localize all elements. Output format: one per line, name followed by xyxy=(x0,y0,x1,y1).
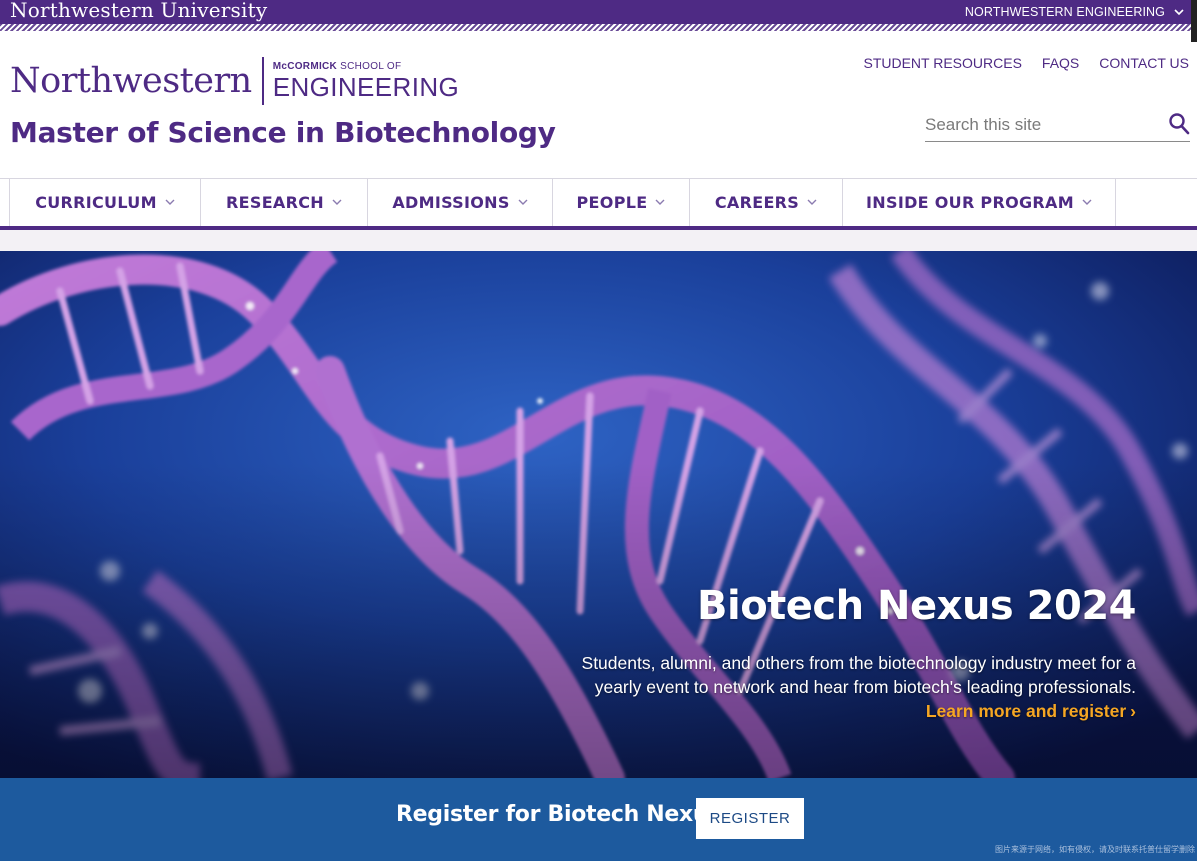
northwestern-engineering-dropdown[interactable]: NORTHWESTERN ENGINEERING xyxy=(965,0,1185,24)
university-name[interactable]: Northwestern University xyxy=(10,0,267,22)
logo-divider xyxy=(261,57,264,105)
search-icon[interactable] xyxy=(1168,112,1190,136)
hero-content: Biotech Nexus 2024 Students, alumni, and… xyxy=(576,583,1137,723)
register-banner-text: Register for Biotech Nexus xyxy=(396,802,722,827)
site-logo[interactable]: Northwestern McCORMICK SCHOOL OF ENGINEE… xyxy=(10,57,459,105)
scrollbar-thumb[interactable] xyxy=(1191,0,1197,42)
nav-label: PEOPLE xyxy=(576,193,648,212)
logo-school: McCORMICK SCHOOL OF ENGINEERING xyxy=(272,61,460,102)
logo-school-name: ENGINEERING xyxy=(272,72,460,102)
chevron-down-icon xyxy=(1082,199,1092,205)
register-banner: Register for Biotech Nexus REGISTER 图片来源… xyxy=(0,778,1197,861)
nav-label: CURRICULUM xyxy=(35,193,157,212)
learn-more-register-link[interactable]: Learn more and register › xyxy=(926,701,1136,721)
nav-label: RESEARCH xyxy=(226,193,324,212)
northwestern-engineering-label: NORTHWESTERN ENGINEERING xyxy=(964,5,1165,19)
faqs-link[interactable]: FAQS xyxy=(1042,55,1079,71)
chevron-right-icon: › xyxy=(1130,701,1136,721)
chevron-down-icon xyxy=(1174,9,1184,16)
utility-links: STUDENT RESOURCES FAQS CONTACT US xyxy=(863,55,1189,71)
chevron-down-icon xyxy=(655,199,665,205)
nav-research[interactable]: RESEARCH xyxy=(201,179,368,226)
nav-label: INSIDE OUR PROGRAM xyxy=(866,193,1074,212)
nav-spacer xyxy=(0,230,1197,251)
nav-careers[interactable]: CAREERS xyxy=(690,179,843,226)
watermark-text: 图片来源于网络，如有侵权，请及时联系托普仕留学删除 xyxy=(995,845,1195,854)
nav-label: CAREERS xyxy=(714,193,800,212)
nav-curriculum[interactable]: CURRICULUM xyxy=(10,179,201,226)
contact-us-link[interactable]: CONTACT US xyxy=(1099,55,1189,71)
chevron-down-icon xyxy=(332,199,342,205)
site-title[interactable]: Master of Science in Biotechnology xyxy=(10,116,556,149)
chevron-down-icon xyxy=(807,199,817,205)
hero-description: Students, alumni, and others from the bi… xyxy=(576,651,1136,723)
hero-banner: Biotech Nexus 2024 Students, alumni, and… xyxy=(0,251,1197,778)
search-input[interactable] xyxy=(925,112,1155,138)
hero-title: Biotech Nexus 2024 xyxy=(697,583,1137,629)
main-navigation: CURRICULUM RESEARCH ADMISSIONS PEOPLE CA… xyxy=(0,178,1197,230)
chevron-down-icon xyxy=(518,199,528,205)
logo-wordmark: Northwestern xyxy=(10,61,252,101)
nav-people[interactable]: PEOPLE xyxy=(553,179,690,226)
nav-label: ADMISSIONS xyxy=(392,193,510,212)
nav-admissions[interactable]: ADMISSIONS xyxy=(368,179,553,226)
top-utility-bar: Northwestern University NORTHWESTERN ENG… xyxy=(0,0,1197,24)
nav-inside-our-program[interactable]: INSIDE OUR PROGRAM xyxy=(843,179,1116,226)
chevron-down-icon xyxy=(165,199,175,205)
site-search xyxy=(925,108,1190,142)
hero-description-text: Students, alumni, and others from the bi… xyxy=(581,653,1136,697)
logo-school-prefix: McCORMICK SCHOOL OF xyxy=(272,61,402,72)
student-resources-link[interactable]: STUDENT RESOURCES xyxy=(863,55,1021,71)
decorative-stripe xyxy=(0,24,1197,31)
register-button[interactable]: REGISTER xyxy=(696,798,804,839)
